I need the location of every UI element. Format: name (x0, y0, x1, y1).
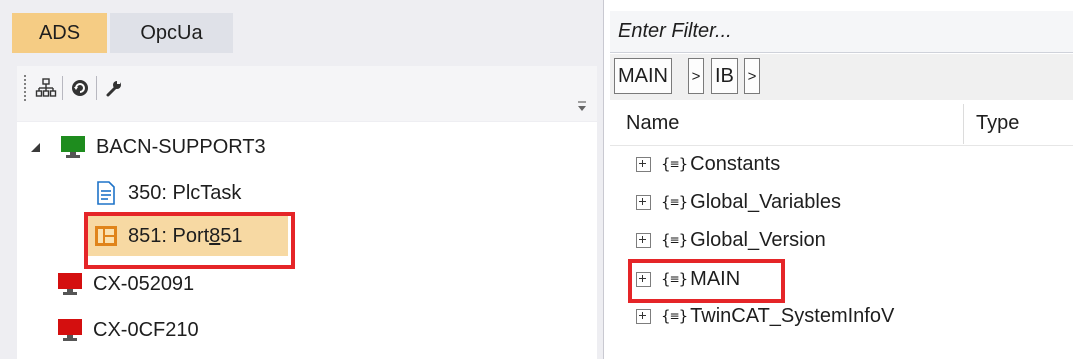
symbol-label: Global_Version (690, 228, 826, 251)
tree-item-label: CX-0CF210 (93, 318, 199, 341)
computer-offline-icon (57, 272, 83, 296)
symbol-row[interactable]: {≡} Global_Variables (636, 183, 841, 221)
toolbar-grip[interactable] (23, 74, 27, 102)
column-header-type[interactable]: Type (976, 112, 1019, 135)
expanded-triangle-icon[interactable] (28, 140, 42, 154)
tree-item-root[interactable]: BACN-SUPPORT3 (28, 127, 266, 167)
tree-item-label: 350: PlcTask (128, 181, 242, 204)
tree-item-target[interactable]: CX-0CF210 (57, 310, 199, 350)
toolbar-overflow-dropdown[interactable] (576, 100, 588, 114)
tree-item-task[interactable]: 350: PlcTask (94, 173, 241, 213)
breadcrumb-separator[interactable]: > (744, 58, 760, 94)
symbol-label: Global_Variables (690, 190, 841, 213)
tab-opcua[interactable]: OpcUa (110, 13, 233, 53)
breadcrumb-separator[interactable]: > (688, 58, 704, 94)
symbol-row[interactable]: {≡} Constants (636, 145, 780, 183)
toolbar-separator (62, 76, 63, 100)
breadcrumb (610, 54, 1073, 100)
toolbar-separator (96, 76, 97, 100)
refresh-icon[interactable] (67, 74, 93, 102)
wrench-icon[interactable] (101, 74, 127, 102)
namespace-icon: {≡} (661, 155, 688, 173)
filter-input[interactable]: Enter Filter... (610, 11, 1073, 53)
highlight-box-port (84, 212, 295, 269)
symbol-row[interactable]: {≡} TwinCAT_SystemInfoV (636, 297, 894, 335)
column-divider[interactable] (963, 104, 964, 144)
column-header-name[interactable]: Name (626, 112, 679, 135)
namespace-icon: {≡} (661, 193, 688, 211)
breadcrumb-item-ib[interactable]: IB (711, 58, 738, 94)
expand-plus-icon[interactable] (636, 156, 651, 172)
symbol-row[interactable]: {≡} Global_Version (636, 221, 826, 259)
symbol-label: TwinCAT_SystemInfoV (690, 304, 895, 327)
expand-plus-icon[interactable] (636, 308, 651, 324)
network-topology-icon[interactable] (33, 74, 59, 102)
expand-plus-icon[interactable] (636, 194, 651, 210)
tree-item-target[interactable]: CX-052091 (57, 264, 194, 304)
tree-item-label: CX-052091 (93, 272, 195, 295)
tree-item-label: BACN-SUPPORT3 (96, 135, 266, 158)
task-document-icon (94, 181, 118, 205)
namespace-icon: {≡} (661, 231, 688, 249)
breadcrumb-item-main[interactable]: MAIN (614, 58, 672, 94)
computer-online-icon (60, 135, 86, 159)
computer-offline-icon (57, 318, 83, 342)
symbol-label: Constants (690, 152, 781, 175)
namespace-icon: {≡} (661, 307, 688, 325)
expand-plus-icon[interactable] (636, 232, 651, 248)
tab-ads[interactable]: ADS (12, 13, 107, 53)
